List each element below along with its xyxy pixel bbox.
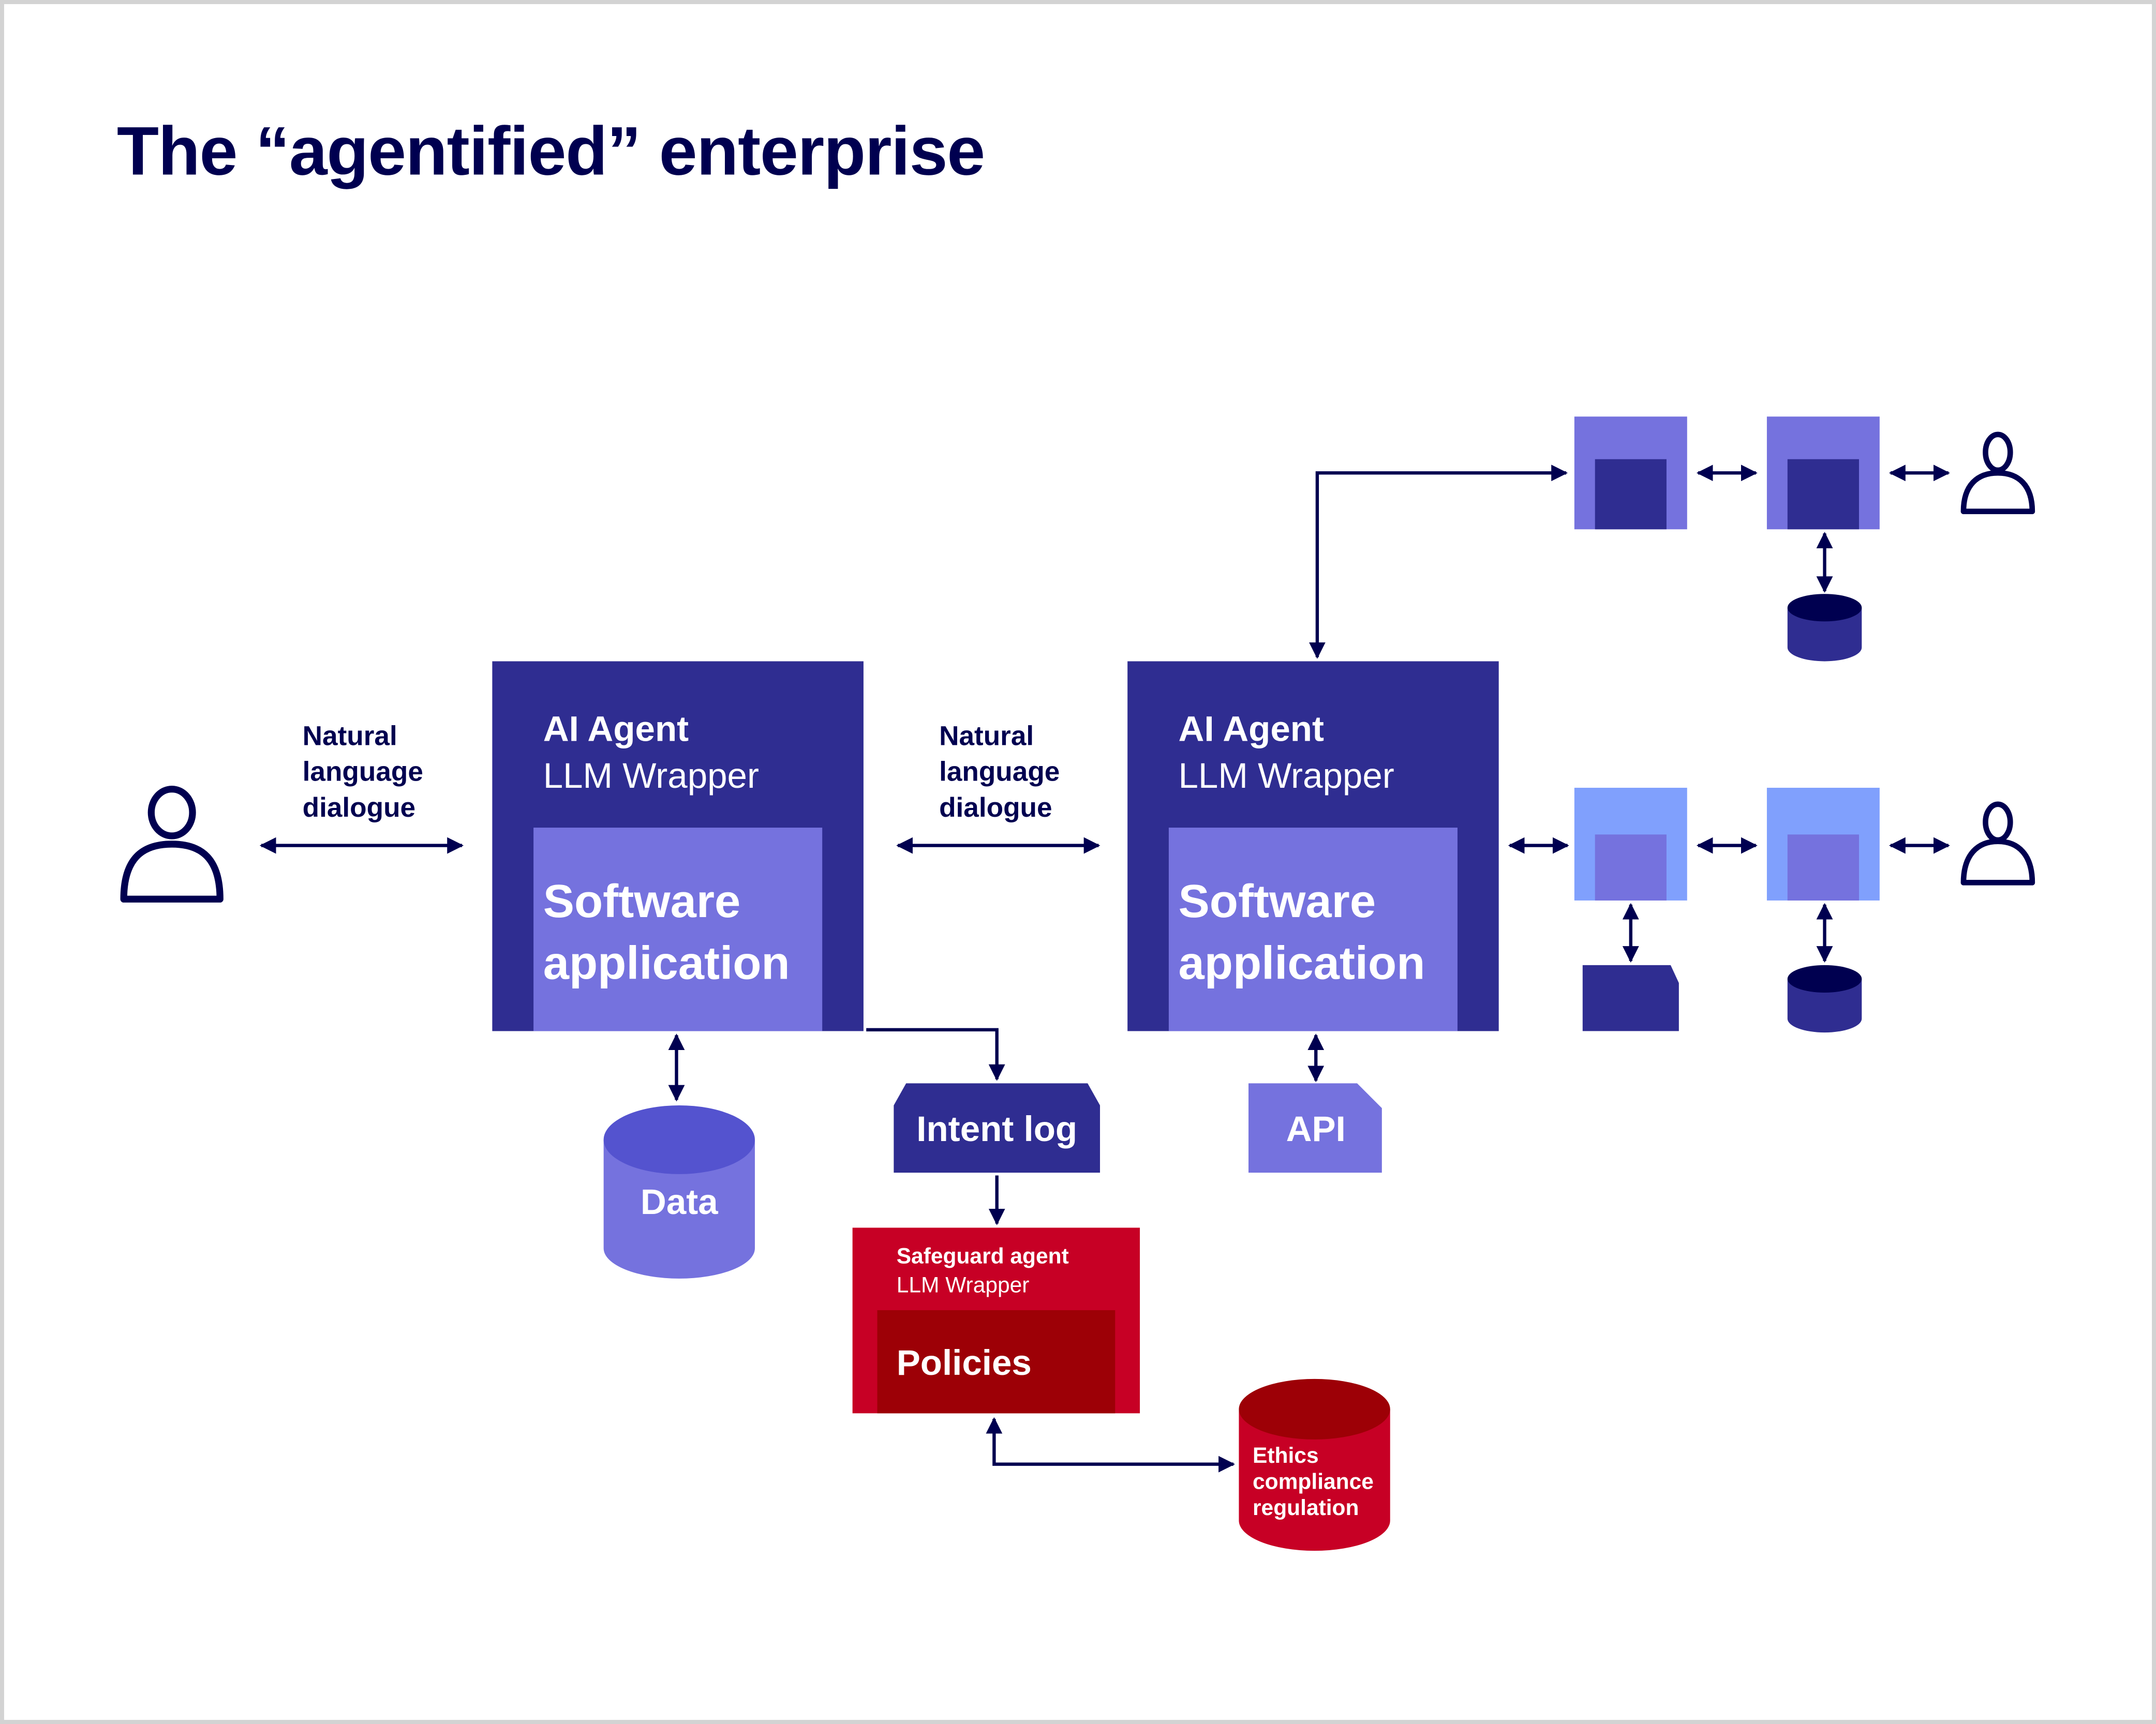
svg-text:application: application (543, 937, 790, 989)
software-application-1 (533, 828, 823, 1031)
svg-text:Ethics: Ethics (1253, 1444, 1319, 1468)
svg-text:Natural: Natural (939, 721, 1034, 752)
software-application-2 (1168, 828, 1458, 1031)
agent-node-mid-2 (1766, 787, 1880, 901)
data-label: Data (641, 1181, 718, 1222)
svg-text:dialogue: dialogue (303, 792, 415, 823)
svg-text:Software: Software (543, 875, 741, 927)
svg-text:Natural: Natural (303, 721, 397, 752)
svg-text:dialogue: dialogue (939, 792, 1052, 823)
agent-node-top-1 (1574, 416, 1687, 530)
database-icon (1787, 594, 1862, 662)
svg-text:LLM Wrapper: LLM Wrapper (1178, 755, 1394, 796)
intent-log-label: Intent log (916, 1108, 1077, 1149)
agent-node-top-2 (1766, 416, 1880, 530)
svg-text:compliance: compliance (1253, 1470, 1374, 1494)
svg-text:LLM Wrapper: LLM Wrapper (543, 755, 759, 796)
svg-text:LLM Wrapper: LLM Wrapper (897, 1273, 1030, 1297)
database-icon (1787, 965, 1862, 1033)
ai-agent-1: AI Agent LLM Wrapper Software applicatio… (492, 661, 864, 1031)
safeguard-agent: Safeguard agent LLM Wrapper Policies (852, 1227, 1140, 1414)
svg-text:Software: Software (1178, 875, 1376, 927)
svg-text:language: language (939, 757, 1060, 787)
svg-text:Policies: Policies (897, 1342, 1032, 1383)
svg-text:regulation: regulation (1253, 1496, 1359, 1520)
agentified-enterprise-diagram: The “agentified” enterprise Natural lang… (0, 0, 2156, 1724)
page-title: The “agentified” enterprise (117, 113, 985, 190)
ai-agent-2: AI Agent LLM Wrapper Software applicatio… (1127, 661, 1499, 1031)
svg-text:Safeguard agent: Safeguard agent (897, 1245, 1069, 1269)
svg-text:application: application (1178, 937, 1425, 989)
svg-text:AI Agent: AI Agent (1178, 709, 1324, 749)
svg-text:AI Agent: AI Agent (543, 709, 689, 749)
agent-node-mid-1 (1574, 787, 1687, 901)
api-label: API (1286, 1108, 1346, 1149)
svg-text:language: language (303, 757, 423, 787)
document-icon (1582, 965, 1679, 1031)
